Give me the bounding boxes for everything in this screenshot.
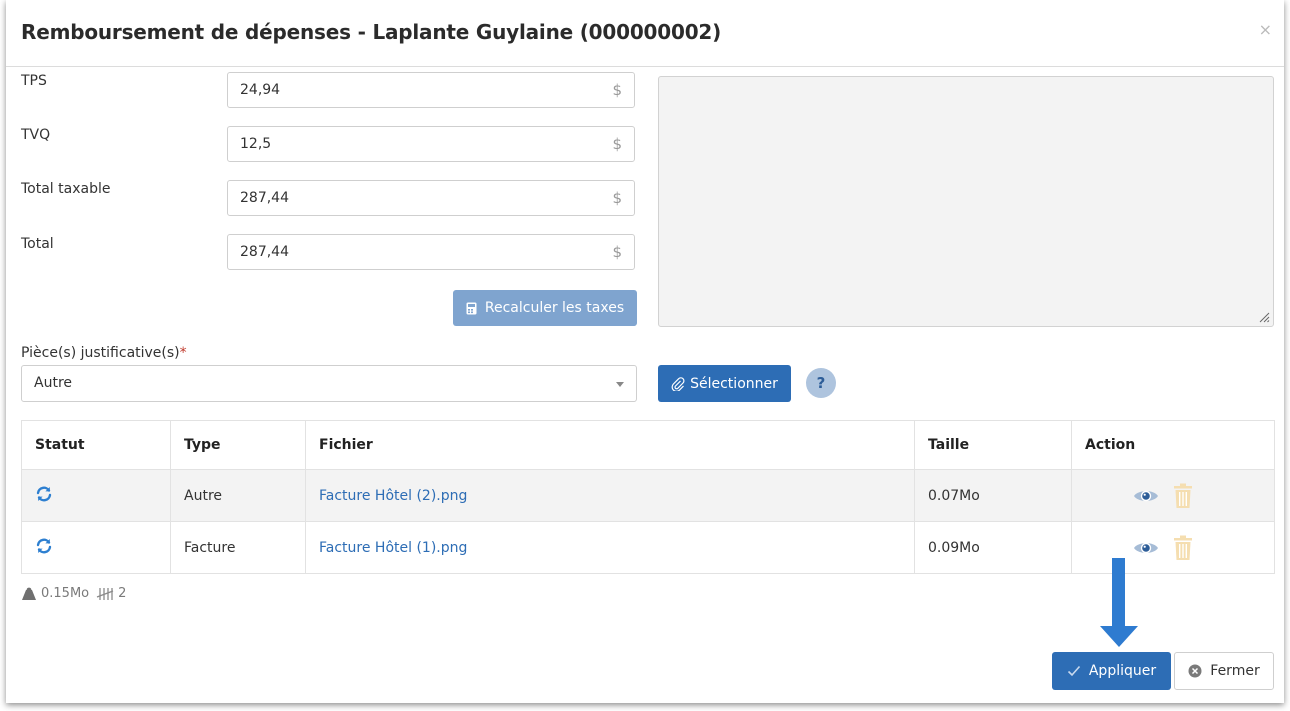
size-cell: 0.09Mo [914, 521, 1072, 574]
tvq-input[interactable] [228, 127, 598, 161]
file-cell: Facture Hôtel (2).png [305, 469, 915, 522]
dollar-icon: $ [612, 189, 622, 207]
file-link[interactable]: Facture Hôtel (2).png [319, 488, 467, 504]
total-input[interactable] [228, 235, 598, 269]
table-header-row: Statut Type Fichier Taille Action [21, 420, 1275, 470]
size-cell: 0.07Mo [914, 469, 1072, 522]
file-count: 2 [118, 586, 127, 601]
modal-title: Remboursement de dépenses - Laplante Guy… [21, 20, 722, 44]
apply-button[interactable]: Appliquer [1052, 652, 1171, 690]
column-header-size[interactable]: Taille [914, 420, 1072, 470]
column-header-type[interactable]: Type [170, 420, 306, 470]
tally-icon [96, 587, 114, 600]
sync-icon [36, 486, 52, 501]
attachment-type-select[interactable]: Autre [21, 365, 637, 402]
view-eye-icon[interactable] [1133, 487, 1159, 505]
paperclip-icon [671, 376, 685, 391]
total-size: 0.15Mo [41, 586, 90, 601]
attachments-summary: 0.15Mo 2 [21, 586, 126, 601]
status-cell [21, 521, 171, 574]
tvq-label: TVQ [21, 127, 51, 143]
file-link[interactable]: Facture Hôtel (1).png [319, 540, 467, 556]
weight-icon [22, 587, 36, 600]
recalculate-taxes-label: Recalculer les taxes [484, 300, 625, 316]
dollar-icon: $ [612, 81, 622, 99]
resize-grip-icon[interactable] [1258, 311, 1270, 323]
column-header-status[interactable]: Statut [21, 420, 171, 470]
notes-textarea[interactable] [658, 76, 1274, 327]
arrow-down-icon [1100, 558, 1138, 647]
sync-icon [36, 538, 52, 553]
tps-field[interactable]: $ [227, 72, 635, 108]
close-icon[interactable]: × [1259, 20, 1272, 39]
column-header-file[interactable]: Fichier [305, 420, 915, 470]
apply-label: Appliquer [1088, 663, 1157, 679]
help-icon[interactable]: ? [806, 368, 836, 398]
status-cell [21, 469, 171, 522]
attachments-table: Statut Type Fichier Taille Action Autre [21, 420, 1275, 574]
total-taxable-label: Total taxable [21, 181, 111, 197]
tvq-field[interactable]: $ [227, 126, 635, 162]
close-button[interactable]: Fermer [1174, 652, 1274, 690]
total-field[interactable]: $ [227, 234, 635, 270]
type-cell: Facture [170, 521, 306, 574]
modal-header: Remboursement de dépenses - Laplante Guy… [6, 0, 1284, 67]
total-taxable-field[interactable]: $ [227, 180, 635, 216]
dollar-icon: $ [612, 135, 622, 153]
select-file-button[interactable]: Sélectionner [658, 365, 791, 402]
attachments-label-text: Pièce(s) justificative(s) [21, 345, 180, 361]
tps-label: TPS [21, 73, 47, 89]
chevron-down-icon [616, 382, 624, 387]
type-cell: Autre [170, 469, 306, 522]
attachment-type-value: Autre [34, 375, 73, 391]
table-row: Autre Facture Hôtel (2).png 0.07Mo [21, 469, 1275, 522]
close-circle-icon [1188, 664, 1202, 678]
file-cell: Facture Hôtel (1).png [305, 521, 915, 574]
total-label: Total [21, 236, 54, 252]
tps-input[interactable] [228, 73, 598, 107]
dollar-icon: $ [612, 243, 622, 261]
calculator-icon [466, 302, 477, 314]
total-taxable-input[interactable] [228, 181, 598, 215]
action-cell [1071, 469, 1275, 522]
table-row: Facture Facture Hôtel (1).png 0.09Mo [21, 521, 1275, 574]
required-marker: * [179, 345, 187, 361]
trash-icon[interactable] [1173, 483, 1193, 509]
expense-modal: Remboursement de dépenses - Laplante Guy… [6, 0, 1284, 703]
select-file-label: Sélectionner [690, 375, 778, 392]
view-eye-icon[interactable] [1133, 539, 1159, 557]
column-header-action: Action [1071, 420, 1275, 470]
recalculate-taxes-button[interactable]: Recalculer les taxes [453, 290, 637, 326]
attachments-label: Pièce(s) justificative(s)* [21, 345, 187, 361]
trash-icon[interactable] [1173, 535, 1193, 561]
close-label: Fermer [1210, 663, 1260, 679]
check-icon [1067, 665, 1080, 677]
